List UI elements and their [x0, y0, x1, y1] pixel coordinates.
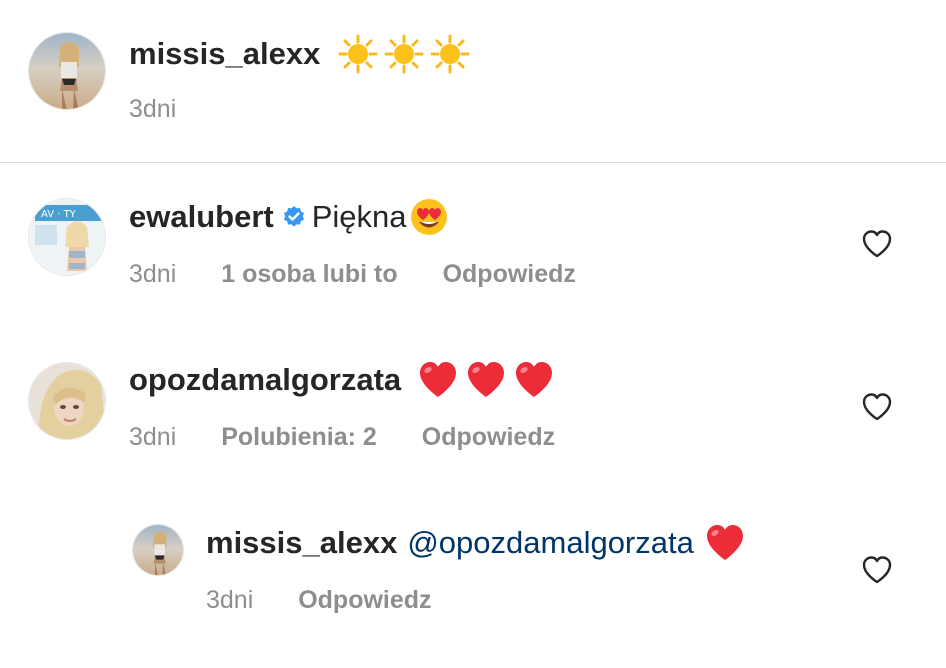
reply-button[interactable]: Odpowiedz — [298, 586, 431, 614]
likes-count[interactable]: 1 osoba lubi to — [221, 260, 397, 288]
comment-time: 3dni — [129, 260, 177, 288]
comment-username[interactable]: opozdamalgorzata — [129, 360, 401, 400]
sun-icon — [430, 34, 470, 74]
like-heart-icon[interactable] — [861, 555, 893, 585]
reply-button[interactable]: Odpowiedz — [443, 260, 576, 288]
sun-emoji-group — [332, 34, 470, 74]
comment-time: 3dni — [206, 586, 254, 614]
divider — [0, 162, 946, 163]
comment-meta: 3dni 1 osoba lubi to Odpowiedz — [129, 258, 614, 290]
like-heart-icon[interactable] — [861, 229, 893, 259]
caption-time: 3dni — [129, 95, 177, 123]
verified-badge-icon — [283, 206, 304, 227]
reply-button[interactable]: Odpowiedz — [422, 423, 555, 451]
avatar[interactable] — [132, 524, 184, 576]
caption-line: missis_alexx — [129, 34, 470, 74]
comment-meta: 3dni Polubienia: 2 Odpowiedz — [129, 421, 593, 453]
sun-icon — [338, 34, 378, 74]
like-heart-icon[interactable] — [861, 392, 893, 422]
heart-emoji-group — [411, 360, 555, 400]
red-heart-icon — [516, 362, 553, 397]
sun-icon — [384, 34, 424, 74]
red-heart-icon — [420, 362, 457, 397]
heart-eyes-emoji-icon — [410, 199, 447, 235]
mention-link[interactable]: @opozdamalgorzata — [407, 523, 694, 563]
avatar[interactable] — [28, 32, 106, 110]
avatar[interactable] — [28, 362, 106, 440]
reply-username[interactable]: missis_alexx — [206, 523, 397, 563]
red-heart-icon — [706, 525, 743, 560]
comment-line: opozdamalgorzata — [129, 360, 555, 400]
svg-text:AV · TY: AV · TY — [41, 209, 77, 220]
comment-text: Piękna — [311, 199, 407, 234]
comment-time: 3dni — [129, 423, 177, 451]
reply-meta: 3dni Odpowiedz — [206, 584, 470, 616]
avatar[interactable]: AV · TY — [28, 198, 106, 276]
red-heart-icon — [468, 362, 505, 397]
caption-meta: 3dni — [129, 93, 214, 125]
reply-line: missis_alexx @opozdamalgorzata — [206, 523, 746, 563]
comment-line: ewalubert Piękna — [129, 197, 449, 237]
likes-count[interactable]: Polubienia: 2 — [221, 423, 377, 451]
comment-username[interactable]: ewalubert — [129, 197, 274, 237]
caption-username[interactable]: missis_alexx — [129, 34, 320, 74]
